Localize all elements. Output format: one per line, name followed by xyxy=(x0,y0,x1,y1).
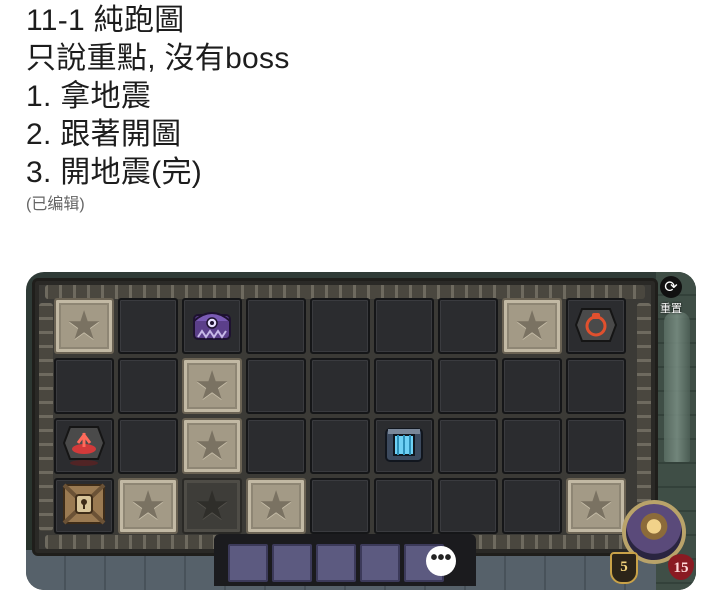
star-tile[interactable]: ★ xyxy=(246,478,306,534)
star-icon: ★ xyxy=(194,364,230,408)
star-tile-dark[interactable]: ★ xyxy=(182,478,242,534)
frame-rail-top xyxy=(45,285,645,299)
star-icon: ★ xyxy=(578,484,614,528)
inventory-slots xyxy=(228,544,444,582)
star-tile[interactable]: ★ xyxy=(182,418,242,474)
empty-tile[interactable] xyxy=(566,418,626,474)
star-icon: ★ xyxy=(194,484,230,528)
item-tile[interactable] xyxy=(182,298,242,354)
potion-icon xyxy=(572,301,620,352)
empty-tile[interactable] xyxy=(566,358,626,414)
more-button[interactable]: ••• xyxy=(426,546,456,576)
post-title: 11-1 純跑圖 xyxy=(26,4,185,37)
star-icon: ★ xyxy=(66,304,102,348)
star-tile[interactable]: ★ xyxy=(54,298,114,354)
item-tile[interactable] xyxy=(566,298,626,354)
empty-tile[interactable] xyxy=(118,418,178,474)
blue-chest-icon xyxy=(380,421,428,472)
star-tile[interactable]: ★ xyxy=(182,358,242,414)
shield-badge: 5 xyxy=(610,552,638,584)
star-tile[interactable]: ★ xyxy=(566,478,626,534)
item-tile[interactable] xyxy=(54,478,114,534)
empty-tile[interactable] xyxy=(438,418,498,474)
frame-rail-left xyxy=(39,303,53,531)
inventory-slot[interactable] xyxy=(272,544,312,582)
post-step-3: 3. 開地震(完) xyxy=(26,156,203,189)
inventory-slot[interactable] xyxy=(360,544,400,582)
empty-tile[interactable] xyxy=(118,298,178,354)
statue-decoration xyxy=(664,312,690,462)
refresh-label: 重置 xyxy=(660,303,682,315)
empty-tile[interactable] xyxy=(310,298,370,354)
empty-tile[interactable] xyxy=(374,298,434,354)
refresh-icon: ⟳ xyxy=(660,276,682,298)
empty-tile[interactable] xyxy=(310,418,370,474)
empty-tile[interactable] xyxy=(246,418,306,474)
earthquake-icon xyxy=(60,421,108,472)
star-icon: ★ xyxy=(130,484,166,528)
star-tile[interactable]: ★ xyxy=(502,298,562,354)
frame-rail-right xyxy=(637,303,651,531)
inventory-slot[interactable] xyxy=(316,544,356,582)
empty-tile[interactable] xyxy=(438,358,498,414)
empty-tile[interactable] xyxy=(54,358,114,414)
tile-grid: ★ ★ ★ ★ ★ ★ ★ ★ xyxy=(54,298,626,534)
item-tile[interactable] xyxy=(54,418,114,474)
edited-label: (已编辑) xyxy=(26,196,85,213)
star-icon: ★ xyxy=(514,304,550,348)
game-screenshot[interactable]: ★ ★ ★ ★ ★ ★ ★ ★ ⟳ 重置 ••• 5 15 xyxy=(26,272,696,590)
post-line: 只說重點, 沒有boss xyxy=(26,42,290,75)
empty-tile[interactable] xyxy=(502,418,562,474)
empty-tile[interactable] xyxy=(310,478,370,534)
empty-tile[interactable] xyxy=(438,298,498,354)
post-step-1: 1. 拿地震 xyxy=(26,80,152,113)
empty-tile[interactable] xyxy=(246,358,306,414)
treasure-chest-icon xyxy=(188,301,236,352)
empty-tile[interactable] xyxy=(438,478,498,534)
empty-tile[interactable] xyxy=(246,298,306,354)
empty-tile[interactable] xyxy=(502,478,562,534)
empty-tile[interactable] xyxy=(374,358,434,414)
post-step-2: 2. 跟著開圖 xyxy=(26,118,182,151)
locked-crate-icon xyxy=(60,481,108,532)
empty-tile[interactable] xyxy=(374,478,434,534)
empty-tile[interactable] xyxy=(118,358,178,414)
inventory-slot[interactable] xyxy=(228,544,268,582)
post-body: 11-1 純跑圖 只說重點, 沒有boss 1. 拿地震 2. 跟著開圖 3. … xyxy=(26,2,706,216)
item-tile[interactable] xyxy=(374,418,434,474)
empty-tile[interactable] xyxy=(502,358,562,414)
star-tile[interactable]: ★ xyxy=(118,478,178,534)
star-icon: ★ xyxy=(194,424,230,468)
empty-tile[interactable] xyxy=(310,358,370,414)
refresh-button[interactable]: ⟳ 重置 xyxy=(656,276,686,315)
star-icon: ★ xyxy=(258,484,294,528)
